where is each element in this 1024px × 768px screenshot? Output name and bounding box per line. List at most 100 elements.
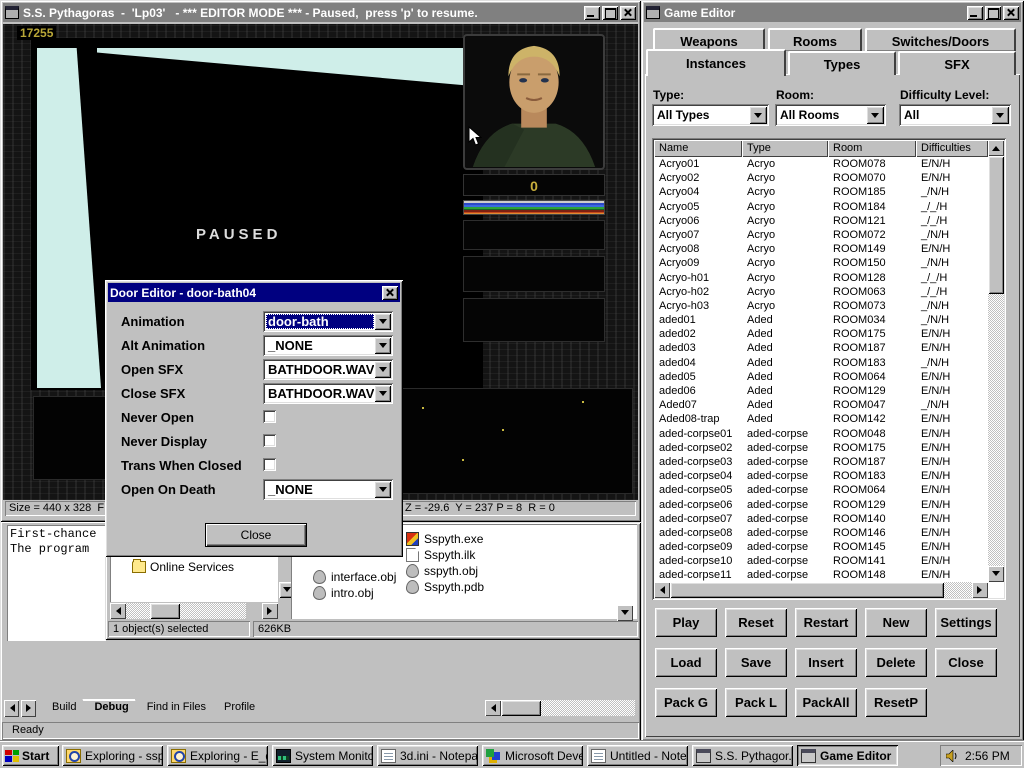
file-item-sspyth-exe[interactable]: Sspyth.exe [406,532,483,546]
taskbar-item-system-monitor[interactable]: System Monitor [272,745,373,766]
scroll-left-icon[interactable] [485,700,501,716]
never-display-checkbox[interactable] [263,434,276,447]
close-sfx-combobox[interactable]: BATHDOOR.WAV [263,383,393,404]
speaker-icon[interactable] [946,750,959,762]
open-on-death-combobox[interactable]: _NONE [263,479,393,500]
open-sfx-combobox[interactable]: BATHDOOR.WAV [263,359,393,380]
table-row[interactable]: Acryo06AcryoROOM121_/_/H [654,214,988,228]
output-hscrollbar[interactable] [485,700,635,717]
scroll-right-icon[interactable] [262,603,278,619]
output-tab-profile[interactable]: Profile [212,699,267,720]
taskbar-item-s-s-pythagor[interactable]: S.S. Pythagor... [692,745,793,766]
scroll-track[interactable] [126,603,246,619]
button-pack-l[interactable]: Pack L [725,688,787,717]
maximize-icon[interactable] [602,6,618,20]
table-row[interactable]: Acryo-h03AcryoROOM073_/N/H [654,299,988,313]
taskbar-item-exploring-sspy[interactable]: Exploring - sspy... [62,745,163,766]
table-row[interactable]: Aded08-trapAdedROOM142E/N/H [654,412,988,426]
button-settings[interactable]: Settings [935,608,997,637]
file-item-sspyth-ilk[interactable]: Sspyth.ilk [406,548,475,562]
scroll-thumb[interactable] [670,582,944,598]
table-row[interactable]: Acryo04AcryoROOM185_/N/H [654,185,988,199]
chevron-down-icon[interactable] [374,385,391,402]
file-item-sspyth-pdb[interactable]: Sspyth.pdb [406,580,484,594]
file-item-intro-obj[interactable]: intro.obj [313,586,374,600]
chevron-down-icon[interactable] [866,106,884,124]
button-pack-g[interactable]: Pack G [655,688,717,717]
table-row[interactable]: Acryo05AcryoROOM184_/_/H [654,200,988,214]
close-icon[interactable] [620,6,636,20]
table-row[interactable]: aded-corpse04aded-corpseROOM183E/N/H [654,469,988,483]
chevron-down-icon[interactable] [374,337,391,354]
tab-scroll-right[interactable] [21,700,36,717]
table-row[interactable]: Acryo07AcryoROOM072_/N/H [654,228,988,242]
button-play[interactable]: Play [655,608,717,637]
table-row[interactable]: aded-corpse02aded-corpseROOM175E/N/H [654,441,988,455]
tab-switches-doors[interactable]: Switches/Doors [865,28,1016,51]
scroll-thumb[interactable] [988,156,1004,294]
taskbar-item-3d-ini-notepad[interactable]: 3d.ini - Notepad [377,745,478,766]
tree-hscrollbar[interactable] [110,603,278,619]
table-row[interactable]: aded-corpse06aded-corpseROOM129E/N/H [654,498,988,512]
button-reset[interactable]: Reset [725,608,787,637]
minimize-icon[interactable] [967,6,983,20]
alt-animation-combobox[interactable]: _NONE [263,335,393,356]
scroll-track[interactable] [944,582,972,598]
button-restart[interactable]: Restart [795,608,857,637]
trans-when-closed-checkbox[interactable] [263,458,276,471]
table-row[interactable]: aded-corpse01aded-corpseROOM048E/N/H [654,427,988,441]
table-row[interactable]: Aded07AdedROOM047_/N/H [654,398,988,412]
button-load[interactable]: Load [655,648,717,677]
tab-sfx[interactable]: SFX [898,51,1016,75]
close-icon[interactable] [1003,6,1019,20]
button-resetp[interactable]: ResetP [865,688,927,717]
table-row[interactable]: aded04AdedROOM183_/N/H [654,356,988,370]
chevron-down-icon[interactable] [749,106,767,124]
table-row[interactable]: aded-corpse09aded-corpseROOM145E/N/H [654,540,988,554]
chevron-down-icon[interactable] [374,481,391,498]
type-filter-combobox[interactable]: All Types [652,104,769,126]
taskbar-item-exploring-e-d[interactable]: Exploring - E_d... [167,745,268,766]
output-tab-build[interactable]: Build [40,699,88,720]
button-save[interactable]: Save [725,648,787,677]
dialog-close-button[interactable]: Close [205,523,307,547]
table-row[interactable]: Acryo01AcryoROOM078E/N/H [654,157,988,171]
taskbar-item-game-editor[interactable]: Game Editor [797,745,898,766]
table-row[interactable]: aded-corpse08aded-corpseROOM146E/N/H [654,526,988,540]
table-row[interactable]: Acryo02AcryoROOM070E/N/H [654,171,988,185]
button-close[interactable]: Close [935,648,997,677]
table-row[interactable]: aded05AdedROOM064E/N/H [654,370,988,384]
column-header-name[interactable]: Name [654,140,742,157]
table-row[interactable]: aded-corpse07aded-corpseROOM140E/N/H [654,512,988,526]
scroll-right-icon[interactable] [972,582,988,598]
button-insert[interactable]: Insert [795,648,857,677]
table-row[interactable]: aded-corpse03aded-corpseROOM187E/N/H [654,455,988,469]
table-row[interactable]: aded06AdedROOM129E/N/H [654,384,988,398]
scroll-left-icon[interactable] [654,582,670,598]
table-row[interactable]: Acryo08AcryoROOM149E/N/H [654,242,988,256]
scroll-left-icon[interactable] [110,603,126,619]
button-delete[interactable]: Delete [865,648,927,677]
chevron-down-icon[interactable] [374,361,391,378]
tree-item-online-services[interactable]: Online Services [110,558,278,575]
column-header-type[interactable]: Type [742,140,828,157]
scroll-thumb[interactable] [150,603,180,619]
button-new[interactable]: New [865,608,927,637]
table-vscrollbar[interactable] [988,140,1004,582]
table-row[interactable]: aded01AdedROOM034_/N/H [654,313,988,327]
file-item-sspyth-obj[interactable]: sspyth.obj [406,564,478,578]
files-vscrollbar[interactable] [617,526,633,621]
tab-types[interactable]: Types [788,51,896,75]
table-row[interactable]: aded03AdedROOM187E/N/H [654,341,988,355]
table-row[interactable]: aded-corpse11aded-corpseROOM148E/N/H [654,568,988,582]
output-tab-debug[interactable]: Debug [82,699,140,720]
taskbar-item-microsoft-deve[interactable]: Microsoft Deve... [482,745,583,766]
room-filter-combobox[interactable]: All Rooms [775,104,886,126]
never-open-checkbox[interactable] [263,410,276,423]
scroll-track[interactable] [541,700,635,716]
scroll-thumb[interactable] [501,700,541,716]
column-header-difficulties[interactable]: Difficulties [916,140,988,157]
start-button[interactable]: Start [2,745,59,766]
table-row[interactable]: aded-corpse05aded-corpseROOM064E/N/H [654,483,988,497]
scroll-down-icon[interactable] [617,605,633,621]
